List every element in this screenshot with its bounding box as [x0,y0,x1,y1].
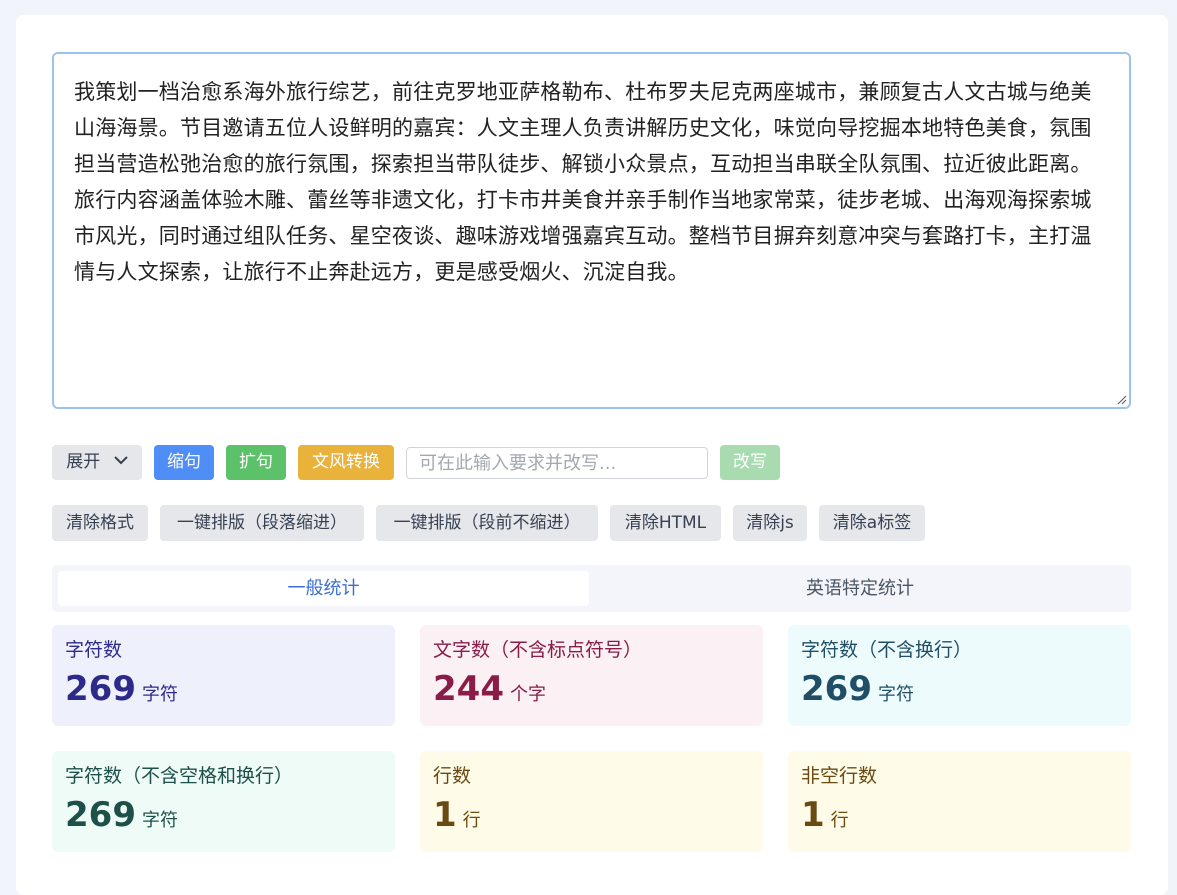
stat-value: 269 [65,669,136,709]
style-convert-button[interactable]: 文风转换 [298,445,394,480]
stat-word-count: 文字数（不含标点符号） 244 个字 [420,625,763,726]
text-editor[interactable]: 我策划一档治愈系海外旅行综艺，前往克罗地亚萨格勒布、杜布罗夫尼克两座城市，兼顾复… [52,52,1131,409]
stat-unit: 行 [830,810,849,831]
stat-value-row: 269 字符 [801,669,1118,715]
stat-char-no-newline: 字符数（不含换行） 269 字符 [788,625,1131,726]
stat-value: 269 [65,795,136,835]
stat-char-no-space-newline: 字符数（不含空格和换行） 269 字符 [52,751,395,852]
stat-value-row: 269 字符 [65,795,382,841]
expand-label: 展开 [66,452,101,472]
layout-no-indent-button[interactable]: 一键排版（段前不缩进） [376,505,598,541]
shrink-button[interactable]: 缩句 [154,445,214,480]
rewrite-button[interactable]: 改写 [720,445,780,480]
stat-value-row: 244 个字 [433,669,750,715]
stats-tabs: 一般统计 英语特定统计 [52,565,1131,612]
stat-value: 1 [801,795,825,835]
stat-unit: 字符 [877,684,914,705]
clear-html-button[interactable]: 清除HTML [610,505,721,541]
clear-js-button[interactable]: 清除js [733,505,807,541]
expand-dropdown[interactable]: 展开 [52,445,142,480]
stat-value: 244 [433,669,504,709]
stat-nonempty-line-count: 非空行数 1 行 [788,751,1131,852]
stat-unit: 字符 [141,684,178,705]
stat-label: 行数 [433,765,472,787]
stat-label: 字符数（不含换行） [801,639,973,661]
stat-char-count: 字符数 269 字符 [52,625,395,726]
stat-value-row: 1行 [801,795,1118,841]
resize-grip-icon[interactable] [1116,394,1127,405]
stat-line-count: 行数 1 行 [420,751,763,852]
stat-value-row: 269 字符 [65,669,382,715]
stat-unit: 行 [462,810,481,831]
extend-button[interactable]: 扩句 [226,445,286,480]
stat-value: 1 [433,795,457,835]
clear-a-tag-button[interactable]: 清除a标签 [819,505,925,541]
clear-format-button[interactable]: 清除格式 [52,505,148,541]
stat-label: 文字数（不含标点符号） [433,639,643,661]
main-card: 我策划一档治愈系海外旅行综艺，前往克罗地亚萨格勒布、杜布罗夫尼克两座城市，兼顾复… [16,15,1168,895]
tab-english-stats[interactable]: 英语特定统计 [595,571,1125,606]
stat-unit: 字符 [141,810,178,831]
stat-label: 字符数 [65,639,123,661]
tab-general-stats[interactable]: 一般统计 [58,571,589,606]
stat-value: 269 [801,669,872,709]
stat-value-row: 1行 [433,795,750,841]
layout-indent-button[interactable]: 一键排版（段落缩进） [160,505,364,541]
stat-label: 字符数（不含空格和换行） [65,765,294,787]
rewrite-request-input[interactable] [406,447,708,479]
stat-label: 非空行数 [801,765,878,787]
stat-unit: 个字 [509,684,546,705]
chevron-down-icon [113,456,128,465]
